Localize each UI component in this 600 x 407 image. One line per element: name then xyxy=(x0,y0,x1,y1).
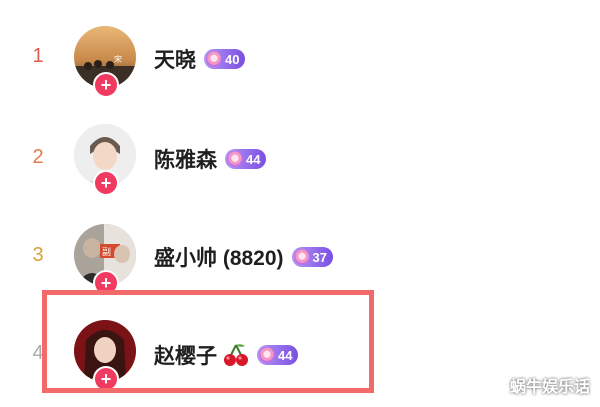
fan-level: 44 xyxy=(246,151,261,167)
highlight-box xyxy=(42,290,374,393)
user-name-row[interactable]: 盛小帅 (8820) 37 xyxy=(154,242,334,272)
user-name: 陈雅森 xyxy=(154,149,217,172)
fan-level: 37 xyxy=(312,249,328,265)
rank-number: 1 xyxy=(32,45,44,67)
fan-ranking-list: 1 宋 + 天晓 40 2 + 陈雅森 44 3 副 + 盛小帅 (8820) … xyxy=(0,0,600,407)
fan-level: 40 xyxy=(225,51,240,67)
svg-text:副: 副 xyxy=(102,247,111,258)
watermark: 蜗牛娱乐话 xyxy=(509,379,590,396)
fan-level-badge: 37 xyxy=(291,247,334,267)
fan-badge-icon xyxy=(293,249,310,265)
rank-number: 3 xyxy=(32,244,44,266)
rank-number: 2 xyxy=(32,146,44,168)
follow-plus-button[interactable]: + xyxy=(93,72,119,98)
user-name-row[interactable]: 陈雅森 44 xyxy=(154,144,267,174)
fan-level-badge: 40 xyxy=(204,49,246,69)
avatar-container[interactable]: 宋 + xyxy=(74,26,136,104)
user-name: 天晓 xyxy=(154,49,196,72)
follow-plus-button[interactable]: + xyxy=(93,170,119,196)
list-item[interactable]: 1 宋 + 天晓 40 xyxy=(0,6,600,106)
fan-badge-icon xyxy=(227,151,243,167)
avatar-container[interactable]: + xyxy=(74,124,136,202)
list-item[interactable]: 2 + 陈雅森 44 xyxy=(0,106,600,206)
user-name: 盛小帅 (8820) xyxy=(154,247,284,270)
svg-text:宋: 宋 xyxy=(114,54,122,64)
fan-badge-icon xyxy=(206,51,222,67)
user-name-row[interactable]: 天晓 40 xyxy=(154,44,246,74)
fan-level-badge: 44 xyxy=(225,149,267,169)
